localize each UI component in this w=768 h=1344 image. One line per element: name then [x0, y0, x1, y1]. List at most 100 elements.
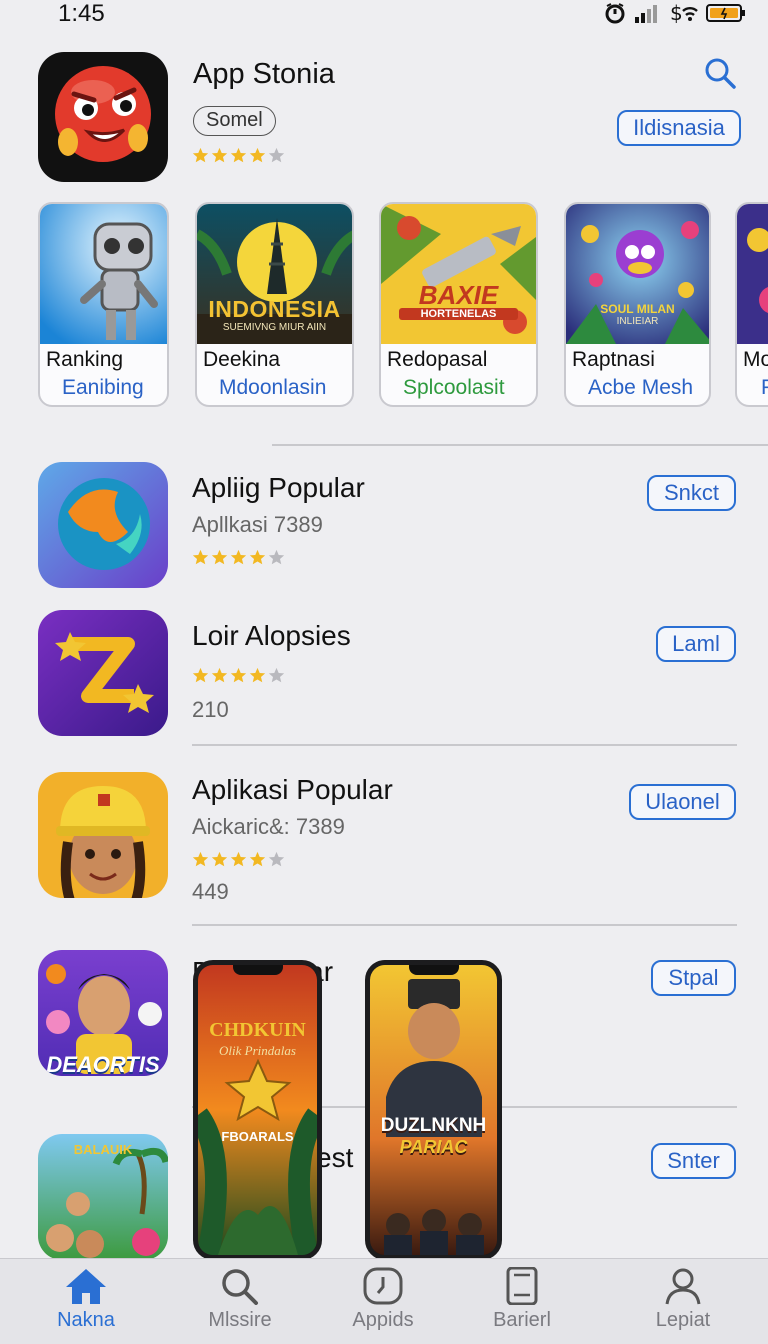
search-icon[interactable] — [703, 56, 737, 90]
tab-lepiat[interactable]: Lepiat — [623, 1267, 743, 1332]
hardhat-girl-app-icon[interactable] — [38, 772, 168, 898]
art-title: INDONESIA — [208, 296, 341, 322]
star-icon — [268, 667, 285, 683]
app-subtitle: Aickaric&: 7389 — [192, 814, 345, 839]
search-icon — [222, 1269, 258, 1305]
phone-notch — [232, 965, 283, 975]
section-divider — [272, 444, 768, 446]
battery-icon — [706, 4, 745, 22]
get-button[interactable]: Laml — [656, 626, 736, 662]
partial-game-art-icon — [737, 204, 768, 344]
tab-bar: Nakna Mlssire Appids Barierl Lepiat — [0, 1258, 768, 1344]
screenshot-phone-2[interactable]: DUZLNKNH PARIAC — [365, 960, 502, 1260]
star-icon — [268, 549, 285, 565]
tab-appids[interactable]: Appids — [323, 1267, 443, 1332]
tab-nakna[interactable]: Nakna — [26, 1267, 146, 1332]
soul-milan-game-art-icon: SOUL MILAN INLIEIAR — [566, 204, 709, 344]
phone-notch — [408, 965, 459, 975]
get-button[interactable]: Ulaonel — [629, 784, 736, 820]
svg-text:$: $ — [670, 2, 683, 24]
screenshot-phone-1[interactable]: CHDKUIN Olik Prindalas FBOARALS — [193, 960, 322, 1260]
card-subtitle: Mdoonlasin — [219, 376, 327, 399]
hero-app-title: App Stonia — [193, 58, 335, 90]
indonesia-tower-art-icon: INDONESIA SUEMIVNG MIUR AIIN — [197, 204, 352, 344]
art-subtitle: INLIEIAR — [616, 316, 659, 327]
app-rating-stars — [192, 549, 285, 566]
star-icon — [249, 851, 266, 867]
card-title: Ranking — [46, 348, 124, 371]
carousel-card-partial[interactable]: Mo P — [735, 202, 768, 407]
carousel-card-deekina[interactable]: INDONESIA SUEMIVNG MIUR AIIN Deekina Mdo… — [195, 202, 354, 407]
star-icon — [211, 549, 228, 565]
carousel-card-redopasal[interactable]: BAXIE HORTENELAS Redopasal Splcoolasit — [379, 202, 538, 407]
tab-label: Nakna — [57, 1309, 115, 1331]
app-review-count: 449 — [192, 879, 229, 904]
app-rating-stars — [192, 851, 285, 868]
hero-category-pill[interactable]: Somel — [193, 106, 276, 136]
star-icon — [268, 851, 285, 867]
star-icon — [249, 549, 266, 565]
tab-label: Appids — [352, 1309, 414, 1331]
hero-get-button[interactable]: Ildisnasia — [617, 110, 741, 146]
card-title: Redopasal — [387, 348, 488, 371]
hero-app-icon[interactable] — [38, 52, 168, 182]
app-title: Aplikasi Popular — [192, 774, 393, 805]
star-icon — [211, 147, 228, 163]
screen-title: CHDKUIN — [209, 1019, 306, 1041]
app-rating-stars — [192, 667, 285, 684]
art-title: BAXIE — [418, 280, 499, 310]
icon-art-text: BALAUIK — [73, 1142, 133, 1157]
tab-mlssire[interactable]: Mlssire — [180, 1267, 300, 1332]
screen-title: DUZLNKNH — [380, 1115, 487, 1136]
screen-subtitle: Olik Prindalas — [219, 1043, 296, 1058]
kids-game-icon[interactable]: BALAUIK — [38, 1134, 168, 1260]
globe-app-icon[interactable] — [38, 462, 168, 588]
star-icon — [249, 147, 266, 163]
status-icons: $ — [604, 2, 746, 24]
app-title: Apliig Popular — [192, 472, 365, 503]
art-subtitle: SUEMIVNG MIUR AIIN — [222, 322, 327, 333]
card-title: Mo — [743, 348, 768, 371]
get-button[interactable]: Snkct — [647, 475, 736, 511]
star-icon — [230, 147, 247, 163]
home-icon — [66, 1269, 106, 1304]
card-title: Deekina — [203, 348, 281, 371]
row-divider — [192, 924, 737, 926]
art-subtitle: HORTENELAS — [399, 308, 518, 320]
carousel-card-raptnasi[interactable]: SOUL MILAN INLIEIAR Raptnasi Acbe Mesh — [564, 202, 711, 407]
phone-screen-officer-icon — [370, 965, 497, 1255]
get-button[interactable]: Snter — [651, 1143, 736, 1179]
status-time: 1:45 — [58, 0, 105, 27]
tablet-icon — [506, 1267, 538, 1305]
star-icon — [249, 667, 266, 683]
app-review-count: 210 — [192, 697, 229, 722]
featured-carousel[interactable]: Ranking Eanibing INDONESIA SUEMIVNG MIUR… — [0, 202, 768, 412]
card-subtitle: Eanibing — [62, 376, 144, 399]
phone-screen-jungle-icon — [198, 965, 317, 1255]
alarm-icon — [605, 3, 625, 24]
get-button[interactable]: Stpal — [651, 960, 736, 996]
star-icon — [230, 851, 247, 867]
tab-label: Barierl — [493, 1309, 551, 1331]
star-icon — [230, 549, 247, 565]
app-title: Loir Alopsies — [192, 620, 351, 651]
wifi-icon: $ — [670, 2, 698, 24]
icon-art-text: DEAORTIS — [46, 1052, 160, 1076]
tab-barierl[interactable]: Barierl — [462, 1267, 582, 1332]
person-icon — [665, 1268, 701, 1305]
deaortis-game-icon[interactable]: DEAORTIS — [38, 950, 168, 1076]
card-subtitle: Acbe Mesh — [588, 376, 694, 399]
row-divider — [192, 744, 737, 746]
tab-label: Mlssire — [208, 1309, 272, 1331]
carousel-card-ranking[interactable]: Ranking Eanibing — [38, 202, 169, 407]
stars-app-icon[interactable] — [38, 610, 168, 736]
card-title: Raptnasi — [572, 348, 655, 371]
star-icon — [230, 667, 247, 683]
star-icon — [211, 667, 228, 683]
tab-label: Lepiat — [655, 1309, 711, 1331]
star-icon — [268, 147, 285, 163]
baxie-game-art-icon: BAXIE HORTENELAS — [381, 204, 536, 344]
star-icon — [211, 851, 228, 867]
star-icon — [192, 667, 209, 683]
card-subtitle: P — [761, 376, 768, 400]
